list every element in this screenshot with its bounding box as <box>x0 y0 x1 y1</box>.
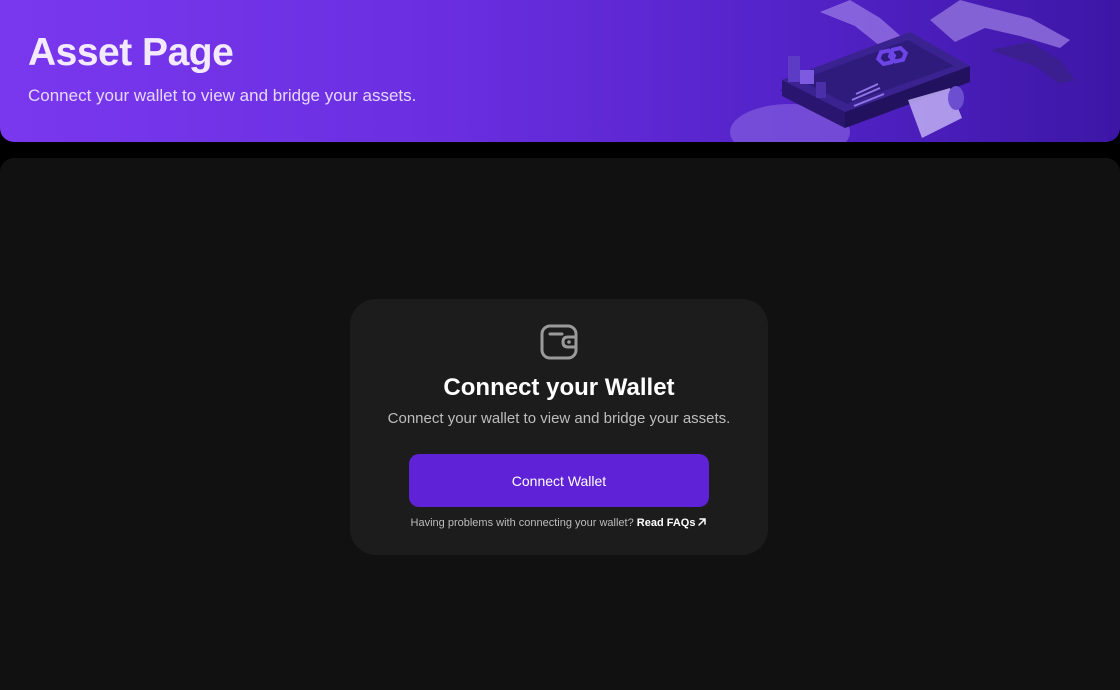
wallet-icon <box>540 324 578 360</box>
connect-wallet-title: Connect your Wallet <box>443 374 675 401</box>
help-text: Having problems with connecting your wal… <box>410 517 634 529</box>
connect-wallet-card: Connect your Wallet Connect your wallet … <box>350 299 768 555</box>
page-subtitle: Connect your wallet to view and bridge y… <box>28 86 417 105</box>
connect-wallet-subtitle: Connect your wallet to view and bridge y… <box>387 410 731 427</box>
help-line: Having problems with connecting your wal… <box>350 516 768 530</box>
arrow-up-right-icon <box>698 518 707 526</box>
read-faqs-link[interactable]: Read FAQs <box>637 517 708 529</box>
page-banner: Asset Page Connect your wallet to view a… <box>0 0 1120 142</box>
page-title: Asset Page <box>28 31 234 74</box>
connect-wallet-button[interactable]: Connect Wallet <box>409 454 709 507</box>
polygon-device-illustration <box>730 0 1075 142</box>
read-faqs-label: Read FAQs <box>636 517 696 529</box>
